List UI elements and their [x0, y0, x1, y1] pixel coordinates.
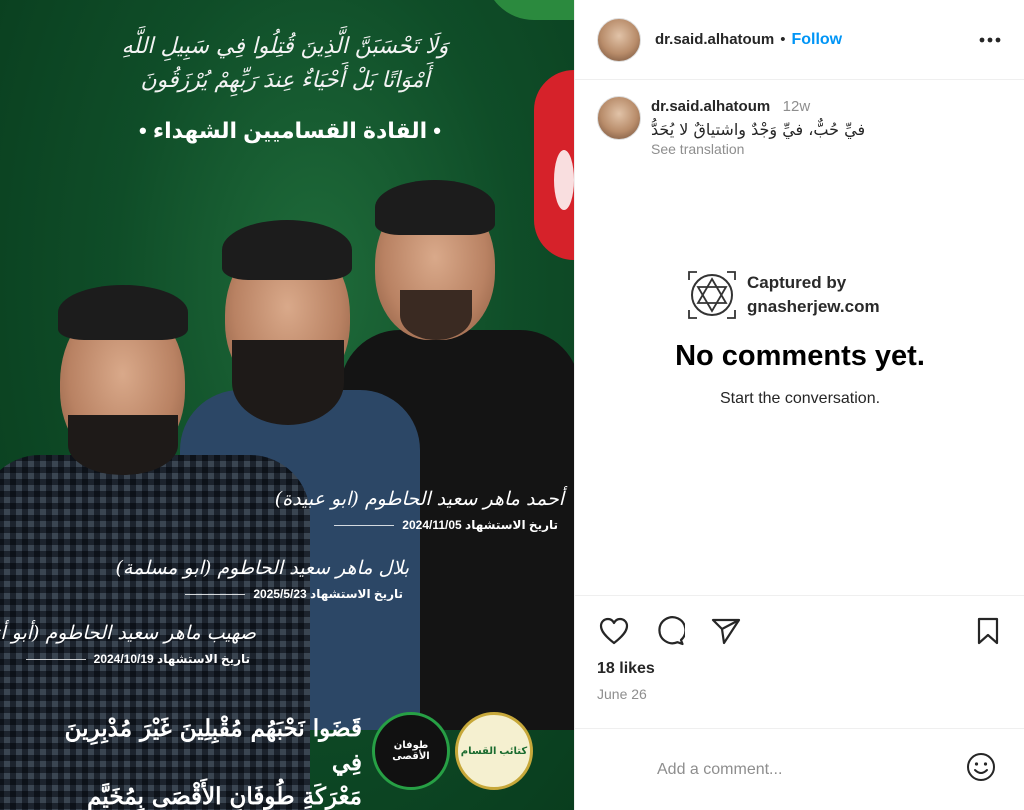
martyr-name: بلال ماهر سعيد الحاطوم (ابو مسلمة)	[115, 557, 409, 579]
heart-icon[interactable]	[597, 614, 631, 648]
post-side-panel: dr.said.alhatoum • Follow dr.said.alhato…	[574, 0, 1024, 810]
comment-box	[575, 728, 1024, 810]
martyr-date: تاريخ الاستشهاد 2024/11/05	[275, 518, 564, 532]
no-comments-title: No comments yet.	[675, 340, 925, 372]
bookmark-icon[interactable]	[971, 614, 1005, 648]
decoration-shape	[484, 0, 574, 20]
slogan-line: مَعْرَكَةِ طُوفَانِ الأَقْصَى بِمُخَيَّم…	[87, 783, 362, 810]
caption-age[interactable]: 12w	[783, 98, 811, 115]
martyr-name-block: صهيب ماهر سعيد الحاطوم (أبو أنس) تاريخ ا…	[0, 622, 256, 666]
toufan-logo: طوفان الأقصى	[372, 712, 450, 790]
post-actions: 18 likes June 26	[575, 595, 1024, 715]
martyr-name: صهيب ماهر سعيد الحاطوم (أبو أنس)	[0, 622, 256, 644]
more-icon[interactable]	[979, 26, 1001, 46]
comment-icon[interactable]	[653, 614, 687, 648]
avatar[interactable]	[597, 96, 641, 140]
slogan-line: قَضَوا نَحْبَهُم مُقْبِلِينَ غَيْرَ مُدْ…	[64, 715, 362, 776]
watermark-line: Captured by	[747, 273, 847, 292]
poster-slogan: قَضَوا نَحْبَهُم مُقْبِلِينَ غَيْرَ مُدْ…	[42, 712, 362, 810]
see-translation-link[interactable]: See translation	[651, 141, 1001, 157]
separator-dot: •	[780, 31, 786, 48]
share-icon[interactable]	[709, 614, 743, 648]
caption-text: فيِّ حُبٌّ، فيِّ وَجْدٌ واشتياقٌ لا يُحَ…	[651, 120, 866, 139]
avatar[interactable]	[597, 17, 641, 62]
poster-calligraphy: وَلَا تَحْسَبَنَّ الَّذِينَ قُتِلُوا فِي…	[121, 34, 450, 93]
martyr-name-block: أحمد ماهر سعيد الحاطوم (ابو عبيدة) تاريخ…	[275, 488, 564, 532]
post-media[interactable]: وَلَا تَحْسَبَنَّ الَّذِينَ قُتِلُوا فِي…	[0, 0, 574, 810]
capture-watermark: Captured by gnasherjew.com	[685, 268, 880, 322]
username-link[interactable]: dr.said.alhatoum	[655, 31, 774, 48]
watermark-line: gnasherjew.com	[747, 297, 880, 316]
martyr-date: تاريخ الاستشهاد 2024/10/19	[0, 652, 256, 666]
martyr-name: أحمد ماهر سعيد الحاطوم (ابو عبيدة)	[274, 488, 564, 510]
star-of-david-icon	[685, 268, 739, 322]
decoration-shape	[554, 150, 574, 210]
post-date[interactable]: June 26	[597, 686, 647, 702]
follow-button[interactable]: Follow	[791, 31, 842, 49]
caption-username[interactable]: dr.said.alhatoum	[651, 98, 770, 115]
qassam-logo: كتائب القسام	[455, 712, 533, 790]
comment-input[interactable]	[657, 760, 937, 779]
poster-heading: • القادة القساميين الشهداء •	[139, 118, 441, 143]
start-conversation-text: Start the conversation.	[719, 390, 881, 407]
emoji-icon[interactable]	[965, 751, 997, 788]
post-header: dr.said.alhatoum • Follow	[575, 0, 1024, 80]
martyr-name-block: بلال ماهر سعيد الحاطوم (ابو مسلمة) تاريخ…	[115, 557, 409, 601]
likes-count[interactable]: 18 likes	[597, 660, 655, 678]
martyr-date: تاريخ الاستشهاد 2025/5/23	[115, 587, 409, 601]
